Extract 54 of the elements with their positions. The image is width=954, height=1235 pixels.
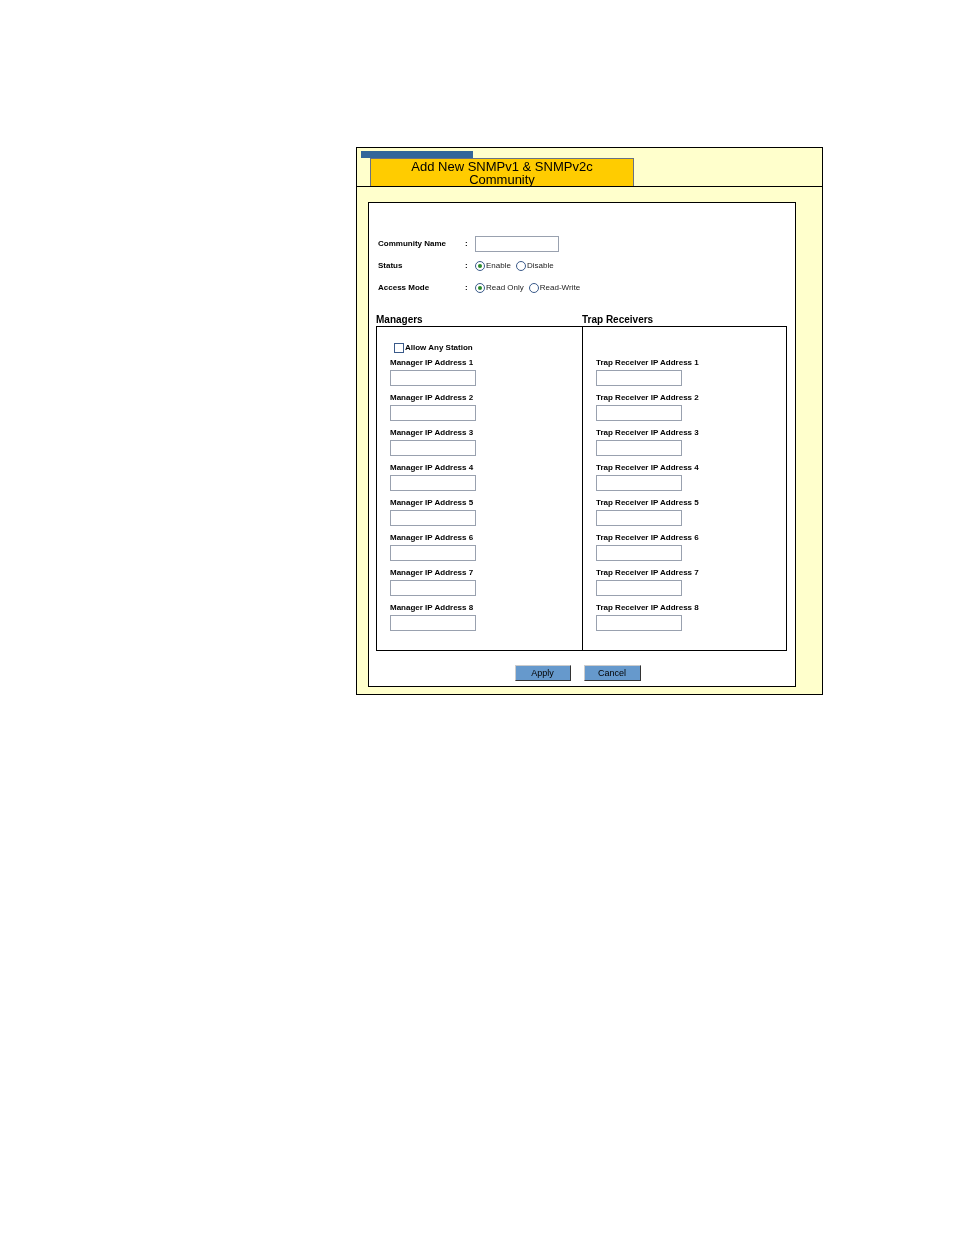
field-label: Manager IP Address 6 xyxy=(390,533,475,543)
field-label: Trap Receiver IP Address 1 xyxy=(596,358,699,368)
cancel-button[interactable]: Cancel xyxy=(583,665,641,681)
ip-address-field[interactable] xyxy=(596,370,682,386)
ip-address-field[interactable] xyxy=(596,510,682,526)
ip-address-field[interactable] xyxy=(390,370,476,386)
radio-button[interactable] xyxy=(528,283,539,293)
ip-address-field[interactable] xyxy=(390,405,476,421)
radio-button[interactable] xyxy=(475,283,485,293)
ip-address-field[interactable] xyxy=(390,615,476,631)
field-label: Status xyxy=(378,261,404,271)
radio-option[interactable]: Read Only xyxy=(475,283,524,293)
field-label: Trap Receiver IP Address 5 xyxy=(596,498,699,508)
field-label: Community Name xyxy=(378,239,447,249)
radio-button[interactable] xyxy=(515,261,526,271)
field-label: Trap Receiver IP Address 7 xyxy=(596,568,699,578)
radio-option[interactable]: Disable xyxy=(515,261,554,271)
field-label: Trap Receiver IP Address 2 xyxy=(596,393,699,403)
separator: : xyxy=(465,283,469,293)
section-heading: Managers xyxy=(376,314,424,326)
ip-address-field[interactable] xyxy=(390,580,476,596)
ip-address-field[interactable] xyxy=(390,510,476,526)
field-label: Manager IP Address 1 xyxy=(390,358,475,368)
field-label: Manager IP Address 8 xyxy=(390,603,475,613)
field-label: Manager IP Address 4 xyxy=(390,463,475,473)
checkbox-option[interactable]: Allow Any Station xyxy=(394,342,582,354)
field-label: Manager IP Address 7 xyxy=(390,568,475,578)
separator: : xyxy=(465,239,469,249)
ip-address-field[interactable] xyxy=(596,580,682,596)
panel-title: Add New SNMPv1 & SNMPv2c Community xyxy=(370,158,634,186)
checkbox[interactable] xyxy=(394,343,404,353)
community-name-field[interactable] xyxy=(475,236,559,252)
ip-address-field[interactable] xyxy=(390,545,476,561)
field-label: Trap Receiver IP Address 8 xyxy=(596,603,699,613)
ip-address-field[interactable] xyxy=(390,440,476,456)
field-label: Manager IP Address 3 xyxy=(390,428,475,438)
section-heading: Trap Receivers xyxy=(582,314,654,326)
ip-address-field[interactable] xyxy=(596,405,682,421)
field-label: Access Mode xyxy=(378,283,431,293)
apply-button[interactable]: Apply xyxy=(514,665,571,681)
field-label: Manager IP Address 2 xyxy=(390,393,475,403)
field-label: Trap Receiver IP Address 6 xyxy=(596,533,699,543)
field-label: Trap Receiver IP Address 3 xyxy=(596,428,699,438)
ip-address-field[interactable] xyxy=(596,440,682,456)
field-label: Manager IP Address 5 xyxy=(390,498,475,508)
ip-address-field[interactable] xyxy=(596,615,682,631)
radio-option[interactable]: Enable xyxy=(475,261,511,271)
field-label: Trap Receiver IP Address 4 xyxy=(596,463,699,473)
ip-address-field[interactable] xyxy=(596,545,682,561)
ip-address-field[interactable] xyxy=(390,475,476,491)
radio-option[interactable]: Read-Write xyxy=(528,283,581,293)
radio-button[interactable] xyxy=(475,261,485,271)
separator: : xyxy=(465,261,469,271)
ip-address-field[interactable] xyxy=(596,475,682,491)
